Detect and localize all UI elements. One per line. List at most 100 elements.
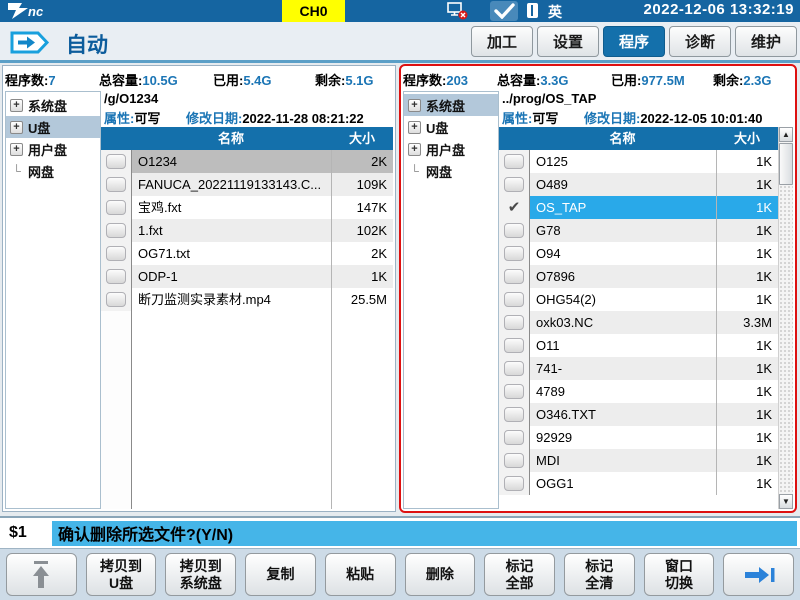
table-row[interactable]: FANUCA_20221119133143.C...109K (101, 173, 393, 196)
left-attr-line: 属性:可写 修改日期:2022-11-28 08:21:22 (101, 108, 393, 127)
table-row[interactable]: O1251K (499, 150, 778, 173)
table-row[interactable]: MDI1K (499, 449, 778, 472)
mark-checkbox[interactable] (504, 246, 524, 261)
scroll-up-icon[interactable]: ▲ (779, 127, 793, 142)
right-table-header: 名称 大小 (499, 127, 778, 150)
table-row[interactable]: 宝鸡.fxt147K (101, 196, 393, 219)
prompt-label: $1 (0, 524, 52, 542)
mark-checkbox[interactable] (504, 407, 524, 422)
tab-maintenance[interactable]: 维护 (735, 26, 797, 57)
table-row[interactable]: oxk03.NC3.3M (499, 311, 778, 334)
right-total-capacity: 3.3G (540, 73, 568, 88)
table-row[interactable]: OG71.txt2K (101, 242, 393, 265)
mark-checkbox[interactable] (504, 384, 524, 399)
mark-checkbox[interactable] (106, 154, 126, 169)
left-program-count: 7 (48, 73, 55, 88)
brand-logo-icon: nc (6, 1, 66, 21)
mark-checkbox[interactable] (504, 338, 524, 353)
table-row[interactable]: OHG54(2)1K (499, 288, 778, 311)
table-row[interactable]: O346.TXT1K (499, 403, 778, 426)
window-switch-button[interactable]: 窗口切换 (644, 553, 715, 596)
mark-checkbox[interactable] (504, 269, 524, 284)
up-arrow-icon (28, 560, 54, 590)
tab-program[interactable]: 程序 (603, 26, 665, 57)
language-indicator[interactable]: 英 (548, 2, 562, 22)
table-row[interactable]: 929291K (499, 426, 778, 449)
scroll-down-icon[interactable]: ▼ (779, 494, 793, 509)
paste-button[interactable]: 粘贴 (325, 553, 396, 596)
table-row[interactable]: OGG11K (499, 472, 778, 495)
scrollbar-track[interactable] (779, 185, 793, 494)
expand-icon[interactable]: + (408, 121, 421, 134)
mark-checkbox[interactable] (504, 453, 524, 468)
expand-icon[interactable]: + (10, 99, 23, 112)
left-tree-system-disk[interactable]: +系统盘 (6, 94, 100, 116)
right-free-capacity: 2.3G (743, 73, 771, 88)
right-used-capacity: 977.5M (641, 73, 684, 88)
mark-checkbox[interactable] (106, 200, 126, 215)
mark-all-button[interactable]: 标记全部 (484, 553, 555, 596)
mark-checkbox[interactable] (504, 154, 524, 169)
top-status-bar: nc CH0 英 2022-12-06 13:32:19 (0, 0, 800, 22)
right-tree-usb-disk[interactable]: +U盘 (404, 116, 498, 138)
table-row[interactable]: 断刀监测实录素材.mp425.5M (101, 288, 393, 311)
expand-icon[interactable]: + (10, 121, 23, 134)
mark-checkbox[interactable] (504, 476, 524, 491)
copy-button[interactable]: 复制 (245, 553, 316, 596)
mark-checkbox[interactable] (504, 315, 524, 330)
file-manager-area: 程序数:7 总容量:10.5G 已用:5.4G 剩余:5.1G +系统盘 +U盘… (0, 63, 800, 516)
mark-checkbox[interactable] (504, 177, 524, 192)
expand-icon[interactable]: + (10, 143, 23, 156)
copy-to-system-button[interactable]: 拷贝到系统盘 (165, 553, 236, 596)
left-tree-user-disk[interactable]: +用户盘 (6, 138, 100, 160)
mark-checkbox[interactable] (106, 269, 126, 284)
table-row[interactable]: O111K (499, 334, 778, 357)
right-file-panel-active: 程序数:203 总容量:3.3G 已用:977.5M 剩余:2.3G +系统盘 … (399, 64, 797, 513)
table-row[interactable]: ODP-11K (101, 265, 393, 288)
clear-marks-button[interactable]: 标记全清 (564, 553, 635, 596)
left-file-table: 名称 大小 O12342K FANUCA_20221119133143.C...… (101, 127, 393, 509)
left-panel-stats: 程序数:7 总容量:10.5G 已用:5.4G 剩余:5.1G (5, 68, 393, 91)
return-top-button[interactable] (6, 553, 77, 596)
datetime-display: 2022-12-06 13:32:19 (644, 1, 794, 18)
mark-checkbox[interactable] (504, 361, 524, 376)
table-row[interactable]: 741-1K (499, 357, 778, 380)
tab-settings[interactable]: 设置 (537, 26, 599, 57)
tab-diagnosis[interactable]: 诊断 (669, 26, 731, 57)
table-row[interactable]: O78961K (499, 265, 778, 288)
right-tree-user-disk[interactable]: +用户盘 (404, 138, 498, 160)
table-row[interactable]: O941K (499, 242, 778, 265)
mark-checkbox[interactable] (504, 430, 524, 445)
table-row[interactable]: G781K (499, 219, 778, 242)
next-menu-button[interactable] (723, 553, 794, 596)
file-list-scrollbar[interactable]: ▲ ▼ (778, 127, 793, 509)
left-tree-net-disk[interactable]: └网盘 (6, 160, 100, 182)
mark-checkbox[interactable] (106, 292, 126, 307)
right-tree-system-disk[interactable]: +系统盘 (404, 94, 498, 116)
delete-button[interactable]: 删除 (405, 553, 476, 596)
mark-checkbox[interactable] (106, 177, 126, 192)
table-row-selected[interactable]: ✔OS_TAP1K (499, 196, 778, 219)
table-row[interactable]: O4891K (499, 173, 778, 196)
mark-checkbox[interactable] (504, 223, 524, 238)
mark-checkbox[interactable] (106, 223, 126, 238)
table-row[interactable]: O12342K (101, 150, 393, 173)
mark-checkbox[interactable] (504, 292, 524, 307)
right-tree-net-disk[interactable]: └网盘 (404, 160, 498, 182)
table-row[interactable]: 1.fxt102K (101, 219, 393, 242)
next-arrow-icon (741, 564, 777, 586)
expand-icon[interactable]: + (408, 143, 421, 156)
scrollbar-thumb[interactable] (779, 143, 793, 185)
column-name-header: 名称 (529, 127, 716, 150)
tab-machining[interactable]: 加工 (471, 26, 533, 57)
right-program-count: 203 (446, 73, 468, 88)
copy-to-usb-button[interactable]: 拷贝到U盘 (86, 553, 157, 596)
table-row[interactable]: 47891K (499, 380, 778, 403)
left-tree-usb-disk[interactable]: +U盘 (6, 116, 100, 138)
left-drive-tree: +系统盘 +U盘 +用户盘 └网盘 (5, 91, 101, 509)
expand-icon[interactable]: + (408, 99, 421, 112)
marked-check-icon[interactable]: ✔ (508, 200, 521, 215)
mark-checkbox[interactable] (106, 246, 126, 261)
left-free-capacity: 5.1G (345, 73, 373, 88)
left-current-path: /g/O1234 (101, 91, 393, 108)
